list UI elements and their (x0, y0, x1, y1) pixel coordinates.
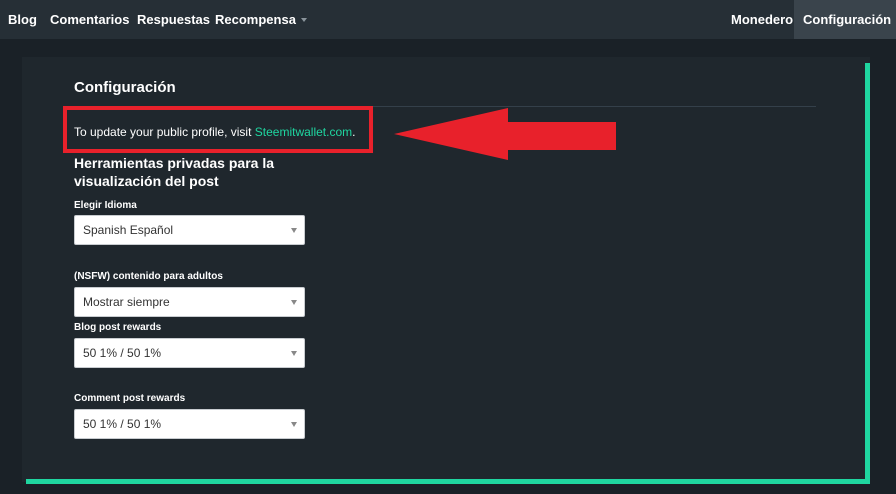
nav-comentarios[interactable]: Comentarios (50, 0, 129, 39)
chevron-down-icon (291, 228, 297, 233)
nav-recompensa-label: Recompensa (215, 12, 296, 27)
chevron-down-icon (291, 422, 297, 427)
blog-rewards-select[interactable]: 50 1% / 50 1% (74, 338, 305, 368)
blog-rewards-label: Blog post rewards (74, 322, 162, 333)
nav-recompensa-dropdown[interactable]: Recompensa (215, 0, 307, 39)
panel-accent-border-bottom (26, 479, 870, 484)
profile-notice: To update your public profile, visit Ste… (74, 125, 355, 139)
nsfw-label: (NSFW) contenido para adultos (74, 271, 223, 282)
nav-configuracion-label: Configuración (803, 12, 892, 27)
chevron-down-icon (300, 18, 307, 22)
nsfw-select-value: Mostrar siempre (83, 295, 170, 309)
nav-blog[interactable]: Blog (8, 0, 37, 39)
nav-respuestas[interactable]: Respuestas (137, 0, 210, 39)
comment-rewards-select-value: 50 1% / 50 1% (83, 417, 162, 431)
language-label: Elegir Idioma (74, 200, 137, 211)
comment-rewards-label: Comment post rewards (74, 393, 186, 404)
language-select[interactable]: Spanish Español (74, 215, 305, 245)
profile-notice-suffix: . (352, 125, 356, 139)
chevron-down-icon (291, 300, 297, 305)
language-select-value: Spanish Español (83, 223, 174, 237)
nav-blog-label: Blog (8, 12, 37, 27)
nav-comentarios-label: Comentarios (50, 12, 130, 27)
nav-monedero[interactable]: Monedero (731, 0, 793, 39)
chevron-down-icon (291, 351, 297, 356)
nav-configuracion[interactable]: Configuración (794, 0, 896, 39)
top-navigation: Blog Comentarios Respuestas Recompensa M… (0, 0, 896, 39)
section-title: Herramientas privadas para la visualizac… (74, 155, 274, 189)
nsfw-select[interactable]: Mostrar siempre (74, 287, 305, 317)
annotation-arrow-icon (394, 108, 616, 160)
blog-rewards-select-value: 50 1% / 50 1% (83, 346, 162, 360)
profile-notice-prefix: To update your public profile, visit (74, 125, 255, 139)
panel-accent-border-right (865, 63, 870, 484)
comment-rewards-select[interactable]: 50 1% / 50 1% (74, 409, 305, 439)
page-title: Configuración (74, 79, 176, 96)
nav-monedero-label: Monedero (731, 12, 794, 27)
steemitwallet-link[interactable]: Steemitwallet.com (255, 125, 352, 139)
nav-respuestas-label: Respuestas (137, 12, 210, 27)
